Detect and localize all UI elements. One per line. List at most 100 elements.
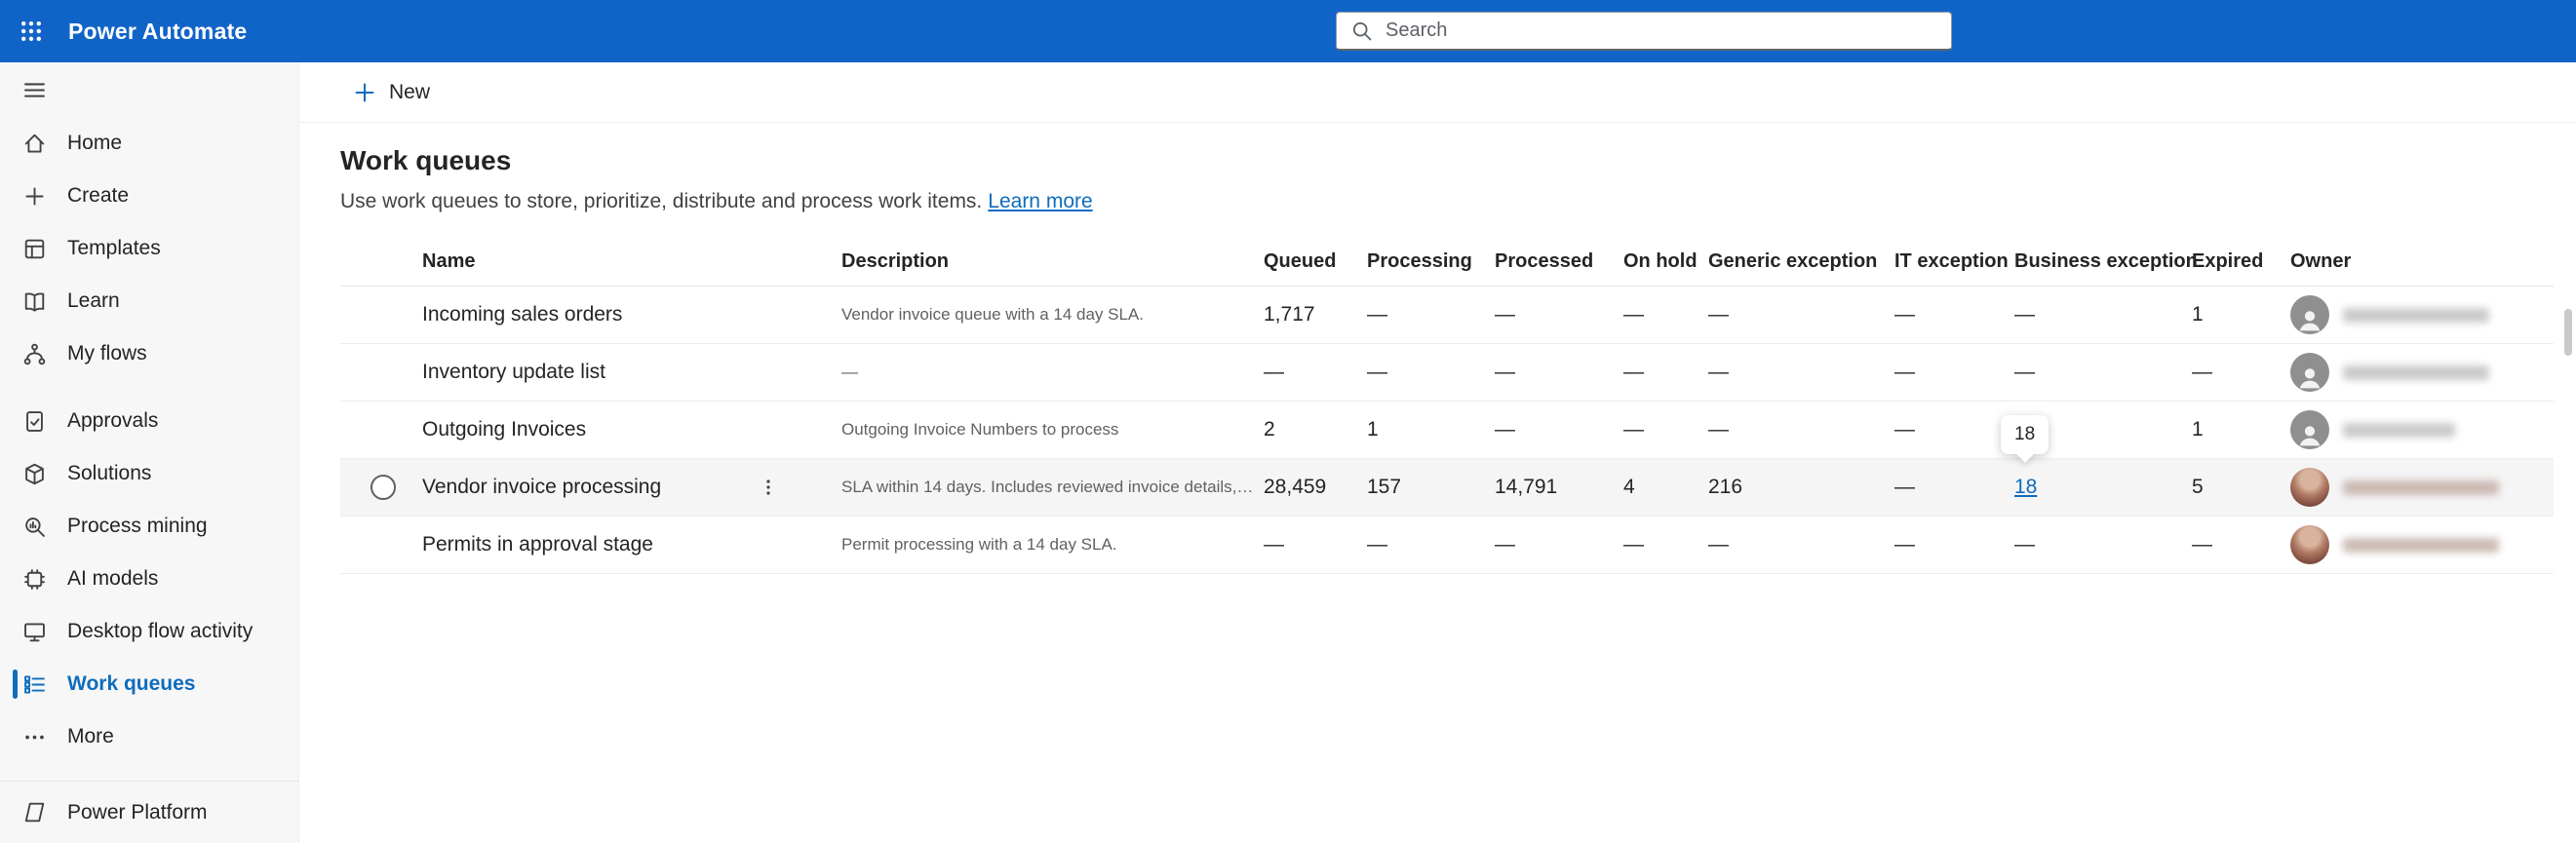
it-exception-value: — <box>1894 361 1915 383</box>
expired-value: — <box>2192 533 2212 556</box>
approvals-icon <box>21 408 48 435</box>
column-header-expired[interactable]: Expired <box>2192 250 2290 273</box>
column-header-business-exception[interactable]: Business exception <box>2014 250 2198 273</box>
table-row-selected[interactable]: Vendor invoice processing SLA within 14 … <box>340 459 2554 517</box>
more-icon <box>21 724 48 750</box>
processed-value: 14,791 <box>1495 476 1558 498</box>
sidebar-item-approvals[interactable]: Approvals <box>0 395 298 447</box>
processing-value: 1 <box>1367 418 1379 441</box>
on-hold-value: — <box>1623 361 1644 383</box>
queued-value: 1,717 <box>1264 303 1315 326</box>
new-button[interactable]: New <box>352 80 430 105</box>
work-queues-page: Work queues Use work queues to store, pr… <box>299 123 2576 574</box>
sidebar-item-power-platform[interactable]: Power Platform <box>0 781 298 843</box>
waffle-icon <box>19 19 44 44</box>
column-header-owner[interactable]: Owner <box>2290 250 2554 273</box>
sidebar-item-label: Desktop flow activity <box>67 620 254 642</box>
scrollbar-thumb[interactable] <box>2564 309 2572 356</box>
sidebar-item-label: Learn <box>67 289 120 312</box>
queue-name: Permits in approval stage <box>422 533 653 556</box>
sidebar-item-my-flows[interactable]: My flows <box>0 327 298 380</box>
owner-name-redacted <box>2343 307 2489 323</box>
expired-value: 1 <box>2192 303 2204 326</box>
work-queues-table: Name Description Queued Processing Proce… <box>340 238 2554 574</box>
sidebar-item-label: Process mining <box>67 515 208 537</box>
queued-value: — <box>1264 533 1284 556</box>
work-queues-icon <box>21 671 48 698</box>
business-exception-link[interactable]: 18 <box>2014 476 2037 498</box>
owner-avatar <box>2290 410 2329 449</box>
processed-value: — <box>1495 303 1515 326</box>
processing-value: — <box>1367 303 1387 326</box>
owner-avatar <box>2290 525 2329 564</box>
sidebar-item-process-mining[interactable]: Process mining <box>0 500 298 553</box>
generic-exception-value: — <box>1708 361 1729 383</box>
on-hold-value: — <box>1623 303 1644 326</box>
business-exception-value: — <box>2014 303 2035 326</box>
sidebar-item-solutions[interactable]: Solutions <box>0 447 298 500</box>
sidebar-item-more[interactable]: More <box>0 710 298 763</box>
sidebar-item-templates[interactable]: Templates <box>0 222 298 275</box>
topbar: Power Automate <box>0 0 2576 62</box>
row-menu-button[interactable] <box>754 476 783 499</box>
sidebar-item-desktop-flow-activity[interactable]: Desktop flow activity <box>0 605 298 658</box>
sidebar-item-label: Create <box>67 184 130 207</box>
process-mining-icon <box>21 514 48 540</box>
queue-name: Vendor invoice processing <box>422 476 841 499</box>
app-launcher-button[interactable] <box>0 0 62 62</box>
column-header-queued[interactable]: Queued <box>1264 250 1367 273</box>
owner-avatar <box>2290 295 2329 334</box>
processed-value: — <box>1495 418 1515 441</box>
sidebar-footer-label: Power Platform <box>67 800 208 824</box>
on-hold-value: — <box>1623 533 1644 556</box>
sidebar-item-create[interactable]: Create <box>0 170 298 222</box>
business-exception-value: — <box>2014 361 2035 383</box>
queue-name: Inventory update list <box>422 361 605 383</box>
column-header-name[interactable]: Name <box>422 250 841 273</box>
column-header-generic-exception[interactable]: Generic exception <box>1708 250 1894 273</box>
column-header-processed[interactable]: Processed <box>1495 250 1623 273</box>
app-title[interactable]: Power Automate <box>68 19 247 45</box>
table-row[interactable]: Outgoing Invoices Outgoing Invoice Numbe… <box>340 402 2554 459</box>
business-exception-value: — <box>2014 533 2035 556</box>
table-row[interactable]: Inventory update list — — — — — — — — — <box>340 344 2554 402</box>
owner-cell <box>2290 468 2554 507</box>
owner-name-redacted <box>2343 537 2499 553</box>
new-button-label: New <box>389 80 431 103</box>
sidebar-item-label: More <box>67 725 114 747</box>
sidebar-item-work-queues[interactable]: Work queues <box>0 658 298 710</box>
column-header-description[interactable]: Description <box>841 250 1264 273</box>
sidebar-item-label: Approvals <box>67 409 159 432</box>
processed-value: — <box>1495 533 1515 556</box>
column-header-on-hold[interactable]: On hold <box>1623 250 1708 273</box>
owner-name-redacted <box>2343 364 2489 380</box>
owner-cell <box>2290 410 2554 449</box>
hamburger-menu-button[interactable] <box>0 62 298 117</box>
sidebar-item-label: Templates <box>67 237 161 259</box>
hamburger-icon <box>21 77 48 103</box>
sidebar-item-label: My flows <box>67 342 147 364</box>
owner-name-redacted <box>2343 422 2455 438</box>
business-exception-value: 18 <box>2014 476 2192 499</box>
column-header-it-exception[interactable]: IT exception <box>1894 250 2014 273</box>
processed-value: — <box>1495 361 1515 383</box>
search-box <box>1336 12 1952 51</box>
generic-exception-value: 216 <box>1708 476 1743 498</box>
expired-value: 5 <box>2192 476 2204 498</box>
table-row[interactable]: Permits in approval stage Permit process… <box>340 517 2554 574</box>
generic-exception-value: — <box>1708 303 1729 326</box>
subtitle-text: Use work queues to store, prioritize, di… <box>340 190 983 212</box>
it-exception-value: — <box>1894 476 1915 498</box>
sidebar-item-home[interactable]: Home <box>0 117 298 170</box>
it-exception-value: — <box>1894 303 1915 326</box>
processing-value: 157 <box>1367 476 1402 498</box>
table-row[interactable]: Incoming sales orders Vendor invoice que… <box>340 287 2554 344</box>
search-input[interactable] <box>1374 13 1951 49</box>
row-radio[interactable] <box>371 475 396 500</box>
sidebar-item-learn[interactable]: Learn <box>0 275 298 327</box>
sidebar: Home Create Templates Learn My flows App… <box>0 62 299 843</box>
learn-more-link[interactable]: Learn more <box>988 190 1092 212</box>
page-title: Work queues <box>340 145 512 175</box>
column-header-processing[interactable]: Processing <box>1367 250 1495 273</box>
sidebar-item-ai-models[interactable]: AI models <box>0 553 298 605</box>
